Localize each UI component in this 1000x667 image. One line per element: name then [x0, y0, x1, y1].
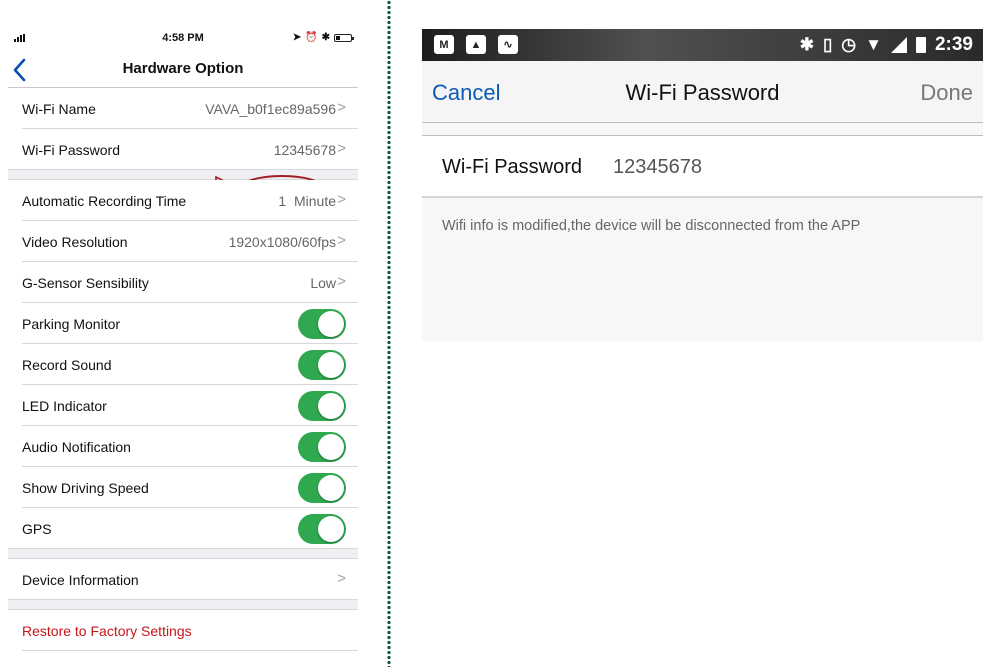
field-label: Wi-Fi Password: [442, 156, 583, 178]
row-wifi-name[interactable]: Wi-Fi Name VAVA_b0f1ec89a596 >: [8, 88, 358, 129]
row-audio-notification: Audio Notification: [8, 426, 358, 467]
location-icon: ➤: [292, 32, 302, 43]
chevron-right-icon: >: [337, 191, 346, 208]
record-sound-toggle[interactable]: [298, 350, 346, 380]
chevron-right-icon: >: [337, 232, 346, 249]
chevron-right-icon: >: [337, 273, 346, 290]
row-value: 12345678: [273, 141, 336, 158]
row-label: Automatic Recording Time: [22, 192, 187, 209]
row-parking-monitor: Parking Monitor: [8, 303, 358, 344]
section-gap: [8, 549, 358, 559]
led-indicator-toggle[interactable]: [298, 391, 346, 421]
ios-hardware-option-screen: 4:58 PM ➤ ⏰ ✱ Hardware Option Wi-Fi Name…: [8, 0, 358, 667]
chevron-right-icon: >: [337, 140, 346, 157]
battery-icon: [915, 37, 926, 53]
row-value: VAVA_b0f1ec89a596: [205, 100, 336, 117]
row-led-indicator: LED Indicator: [8, 385, 358, 426]
android-status-bar: M ▲ ∿ ✱ ▯ ◷ ▼ 2:39: [422, 29, 983, 61]
row-g-sensor-sensibility[interactable]: G-Sensor Sensibility Low >: [8, 262, 358, 303]
alarm-icon: ⏰: [305, 32, 318, 43]
row-value: 1 Minute: [278, 192, 336, 209]
row-wifi-password[interactable]: Wi-Fi Password 12345678 >: [8, 129, 358, 205]
row-show-driving-speed: Show Driving Speed: [8, 467, 358, 508]
parking-monitor-toggle[interactable]: [298, 309, 346, 339]
bluetooth-icon: ✱: [799, 35, 814, 54]
battery-icon: [334, 33, 354, 42]
dotted-divider: [387, 0, 391, 667]
nav-bar: Hardware Option: [8, 52, 358, 88]
row-automatic-recording-time[interactable]: Automatic Recording Time 1 Minute >: [8, 180, 358, 221]
wifi-password-input[interactable]: [613, 156, 913, 179]
activity-icon: ∿: [498, 35, 518, 54]
row-label: G-Sensor Sensibility: [22, 274, 149, 291]
gps-toggle[interactable]: [298, 514, 346, 544]
show-driving-speed-toggle[interactable]: [298, 473, 346, 503]
gallery-icon: ▲: [466, 35, 486, 54]
signal-icon: [890, 37, 907, 53]
restore-factory-settings-button[interactable]: Restore to Factory Settings: [8, 610, 358, 651]
row-gps: GPS: [8, 508, 358, 549]
row-value: Low: [310, 274, 336, 291]
row-record-sound: Record Sound: [8, 344, 358, 385]
vibrate-icon: ▯: [822, 35, 833, 54]
chevron-right-icon: >: [337, 570, 346, 587]
row-label: Video Resolution: [22, 233, 128, 250]
wifi-password-field-row: Wi-Fi Password: [422, 136, 983, 198]
gmail-icon: M: [434, 35, 454, 54]
done-button[interactable]: Done: [920, 80, 973, 106]
section-gap: [8, 600, 358, 610]
bluetooth-icon: ✱: [321, 32, 330, 43]
alarm-icon: ◷: [841, 35, 857, 54]
page-title: Wi-Fi Password: [625, 80, 780, 105]
row-label: Restore to Factory Settings: [22, 622, 192, 639]
toolbar: Cancel Wi-Fi Password Done: [422, 61, 983, 123]
row-video-resolution[interactable]: Video Resolution 1920x1080/60fps >: [8, 221, 358, 262]
row-device-information[interactable]: Device Information >: [8, 559, 358, 600]
chevron-right-icon: >: [337, 99, 346, 116]
android-wifi-password-screen: M ▲ ∿ ✱ ▯ ◷ ▼ 2:39 Cancel Wi-Fi Password…: [422, 29, 983, 341]
info-note: Wifi info is modified,the device will be…: [442, 218, 861, 234]
status-time: 2:39: [934, 34, 973, 55]
row-value: 1920x1080/60fps: [228, 233, 336, 250]
page-title: Hardware Option: [122, 60, 244, 77]
audio-notification-toggle[interactable]: [298, 432, 346, 462]
ios-status-bar: 4:58 PM ➤ ⏰ ✱: [8, 30, 358, 48]
row-label: Wi-Fi Password: [22, 141, 121, 158]
row-label: Wi-Fi Name: [22, 100, 96, 117]
wifi-off-icon: ▼: [865, 35, 882, 54]
settings-list: Wi-Fi Name VAVA_b0f1ec89a596 > Wi-Fi Pas…: [8, 88, 358, 651]
row-label: Device Information: [22, 571, 139, 588]
